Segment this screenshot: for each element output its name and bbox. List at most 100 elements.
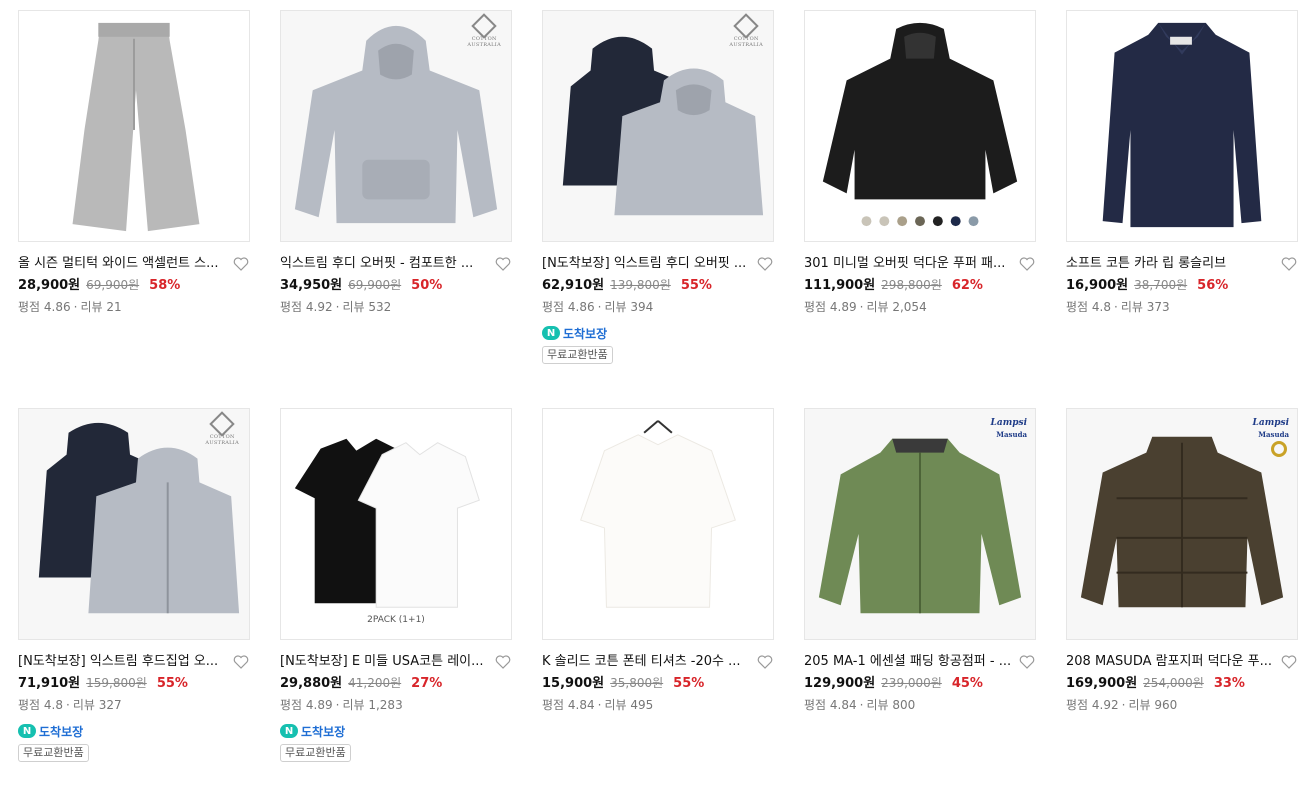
product-name[interactable]: 소프트 코튼 카라 립 롱슬리브 — [1066, 254, 1278, 274]
discount-rate: 62% — [951, 278, 983, 293]
review-count: 리뷰 800 — [866, 698, 916, 712]
rating-review: 평점 4.92 · 리뷰 532 — [280, 300, 392, 314]
n-delivery-badge: N 도착보장 — [18, 722, 250, 740]
review-count: 리뷰 327 — [72, 698, 122, 712]
product-image[interactable]: 2PACK (1+1) — [280, 408, 512, 640]
product-image[interactable] — [804, 10, 1036, 242]
sale-price: 62,910원 — [542, 278, 605, 293]
rating: 평점 4.8 — [1066, 300, 1111, 314]
rating: 평점 4.84 — [804, 698, 857, 712]
product-name[interactable]: [N도착보장] 익스트림 후드집업 오... — [18, 652, 230, 672]
tee-2pack-image — [294, 438, 480, 608]
rating: 평점 4.86 — [18, 300, 71, 314]
heart-outline-icon[interactable] — [232, 653, 250, 671]
product-image[interactable]: Lampsi Masuda — [1066, 408, 1298, 640]
rating: 평점 4.86 — [542, 300, 595, 314]
review-count: 리뷰 394 — [604, 300, 654, 314]
rating: 평점 4.92 — [1066, 698, 1119, 712]
heart-outline-icon[interactable] — [1280, 255, 1298, 273]
product-image[interactable]: COTTON AUSTRALIA — [542, 10, 774, 242]
rating: 평점 4.89 — [804, 300, 857, 314]
original-price: 69,900원 — [348, 278, 402, 292]
rating-review: 평점 4.89 · 리뷰 1,283 — [280, 698, 403, 712]
rating: 평점 4.8 — [18, 698, 63, 712]
lampsi-masuda-logo: Lampsi Masuda — [990, 418, 1027, 439]
product-name[interactable]: [N도착보장] 익스트림 후디 오버핏 ... — [542, 254, 754, 274]
product-card[interactable]: Lampsi Masuda 208 MASUDA 람포지퍼 덕다운 푸... 16… — [1066, 408, 1298, 806]
review-count: 리뷰 532 — [342, 300, 392, 314]
product-card[interactable]: COTTON AUSTRALIA [N도착보장] 익스트림 후디 오버핏 ... … — [542, 10, 774, 408]
heart-outline-icon[interactable] — [1018, 653, 1036, 671]
sale-price: 169,900원 — [1066, 676, 1138, 691]
heart-outline-icon[interactable] — [1280, 653, 1298, 671]
product-image[interactable] — [542, 408, 774, 640]
heart-outline-icon[interactable] — [756, 255, 774, 273]
product-name[interactable]: 208 MASUDA 람포지퍼 덕다운 푸... — [1066, 652, 1278, 672]
review-count: 리뷰 2,054 — [866, 300, 927, 314]
product-image[interactable] — [18, 10, 250, 242]
heart-outline-icon[interactable] — [494, 653, 512, 671]
discount-rate: 27% — [411, 676, 443, 691]
free-return-tag: 무료교환반품 — [18, 744, 89, 762]
discount-rate: 50% — [411, 278, 443, 293]
review-count: 리뷰 21 — [80, 300, 122, 314]
green-ma1-image — [818, 438, 1022, 614]
rating: 평점 4.89 — [280, 698, 333, 712]
gray-sweatpants-image — [72, 22, 200, 232]
product-image[interactable]: Lampsi Masuda — [804, 408, 1036, 640]
product-card[interactable]: 301 미니멀 오버핏 덕다운 푸퍼 패... 111,900원 298,800… — [804, 10, 1036, 408]
discount-rate: 55% — [673, 676, 705, 691]
sale-price: 34,950원 — [280, 278, 343, 293]
original-price: 35,800원 — [610, 676, 664, 690]
heart-outline-icon[interactable] — [494, 255, 512, 273]
product-card[interactable]: 올 시즌 멀티턱 와이드 액셀런트 스... 28,900원 69,900원 5… — [18, 10, 250, 408]
n-delivery-icon: N — [18, 724, 36, 738]
product-card[interactable]: COTTON AUSTRALIA [N도착보장] 익스트림 후드집업 오... 7… — [18, 408, 250, 806]
rating-review: 평점 4.8 · 리뷰 327 — [18, 698, 122, 712]
discount-rate: 55% — [156, 676, 188, 691]
sale-price: 28,900원 — [18, 278, 81, 293]
product-name[interactable]: [N도착보장] E 미들 USA코튼 레이... — [280, 652, 492, 672]
rating-review: 평점 4.86 · 리뷰 21 — [18, 300, 122, 314]
n-delivery-badge: N 도착보장 — [280, 722, 512, 740]
product-name[interactable]: 익스트림 후디 오버핏 - 컴포트한 ... — [280, 254, 492, 274]
review-count: 리뷰 1,283 — [342, 698, 403, 712]
lampsi-masuda-logo: Lampsi Masuda — [1253, 417, 1289, 458]
n-delivery-icon: N — [280, 724, 298, 738]
sale-price: 15,900원 — [542, 676, 605, 691]
original-price: 38,700원 — [1134, 278, 1188, 292]
product-card[interactable]: 2PACK (1+1) [N도착보장] E 미들 USA코튼 레이... 29,… — [280, 408, 512, 806]
product-image[interactable]: COTTON AUSTRALIA — [18, 408, 250, 640]
review-count: 리뷰 495 — [604, 698, 654, 712]
rating-review: 평점 4.89 · 리뷰 2,054 — [804, 300, 927, 314]
original-price: 139,800원 — [610, 278, 671, 292]
discount-rate: 58% — [149, 278, 181, 293]
heart-outline-icon[interactable] — [1018, 255, 1036, 273]
product-card[interactable]: 소프트 코튼 카라 립 롱슬리브 16,900원 38,700원 56% 평점 … — [1066, 10, 1298, 408]
product-image[interactable]: COTTON AUSTRALIA — [280, 10, 512, 242]
product-name[interactable]: 올 시즌 멀티턱 와이드 액셀런트 스... — [18, 254, 230, 274]
heart-outline-icon[interactable] — [232, 255, 250, 273]
rating: 평점 4.84 — [542, 698, 595, 712]
product-name[interactable]: K 솔리드 코튼 폰테 티셔츠 -20수 ... — [542, 652, 754, 672]
product-image[interactable] — [1066, 10, 1298, 242]
sale-price: 71,910원 — [18, 676, 81, 691]
product-card[interactable]: K 솔리드 코튼 폰테 티셔츠 -20수 ... 15,900원 35,800원… — [542, 408, 774, 806]
review-count: 리뷰 960 — [1128, 698, 1178, 712]
original-price: 254,000원 — [1143, 676, 1204, 690]
original-price: 159,800원 — [86, 676, 147, 690]
rating-review: 평점 4.8 · 리뷰 373 — [1066, 300, 1170, 314]
n-delivery-icon: N — [542, 326, 560, 340]
product-card[interactable]: Lampsi Masuda 205 MA-1 에센셜 패딩 항공점퍼 - ... … — [804, 408, 1036, 806]
cotton-australia-logo: COTTON AUSTRALIA — [729, 13, 763, 48]
product-name[interactable]: 205 MA-1 에센셜 패딩 항공점퍼 - ... — [804, 652, 1016, 672]
free-return-tag: 무료교환반품 — [280, 744, 351, 762]
rating: 평점 4.92 — [280, 300, 333, 314]
product-card[interactable]: COTTON AUSTRALIA 익스트림 후디 오버핏 - 컴포트한 ... 3… — [280, 10, 512, 408]
original-price: 298,800원 — [881, 278, 942, 292]
sale-price: 129,900원 — [804, 676, 876, 691]
product-name[interactable]: 301 미니멀 오버핏 덕다운 푸퍼 패... — [804, 254, 1016, 274]
rating-review: 평점 4.92 · 리뷰 960 — [1066, 698, 1178, 712]
heart-outline-icon[interactable] — [756, 653, 774, 671]
white-tee-image — [580, 420, 736, 608]
